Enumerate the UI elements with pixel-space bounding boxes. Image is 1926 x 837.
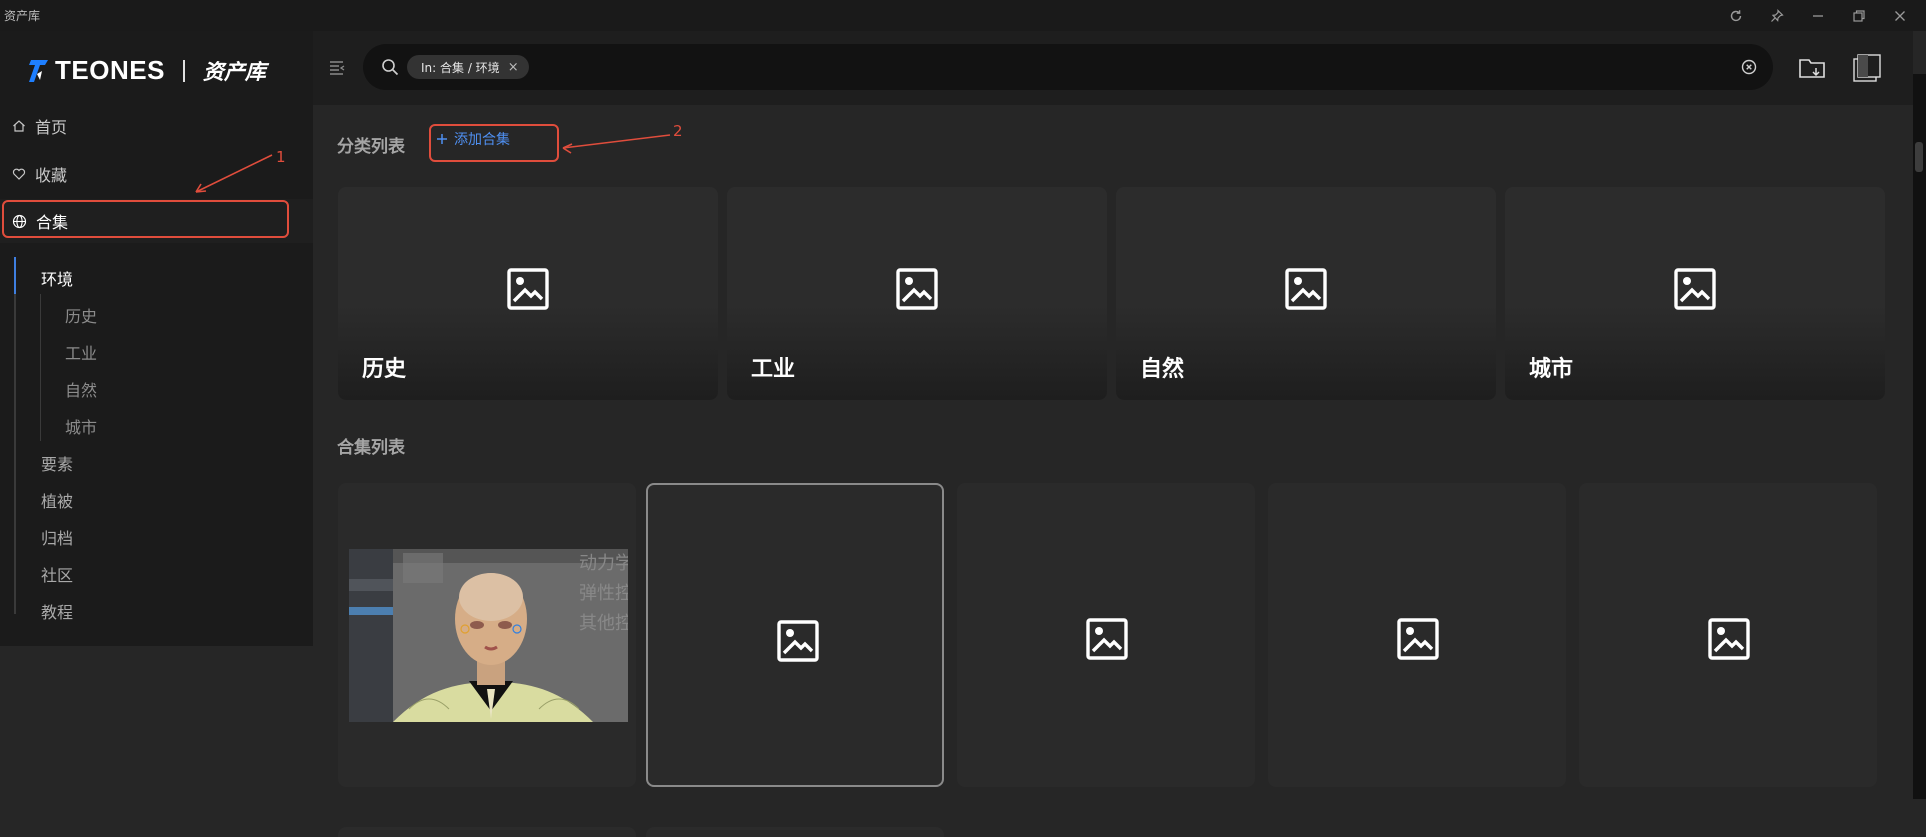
annotation-number: 2 — [673, 122, 683, 140]
annotation-arrows — [195, 134, 671, 193]
annotation-number: 1 — [276, 148, 286, 166]
